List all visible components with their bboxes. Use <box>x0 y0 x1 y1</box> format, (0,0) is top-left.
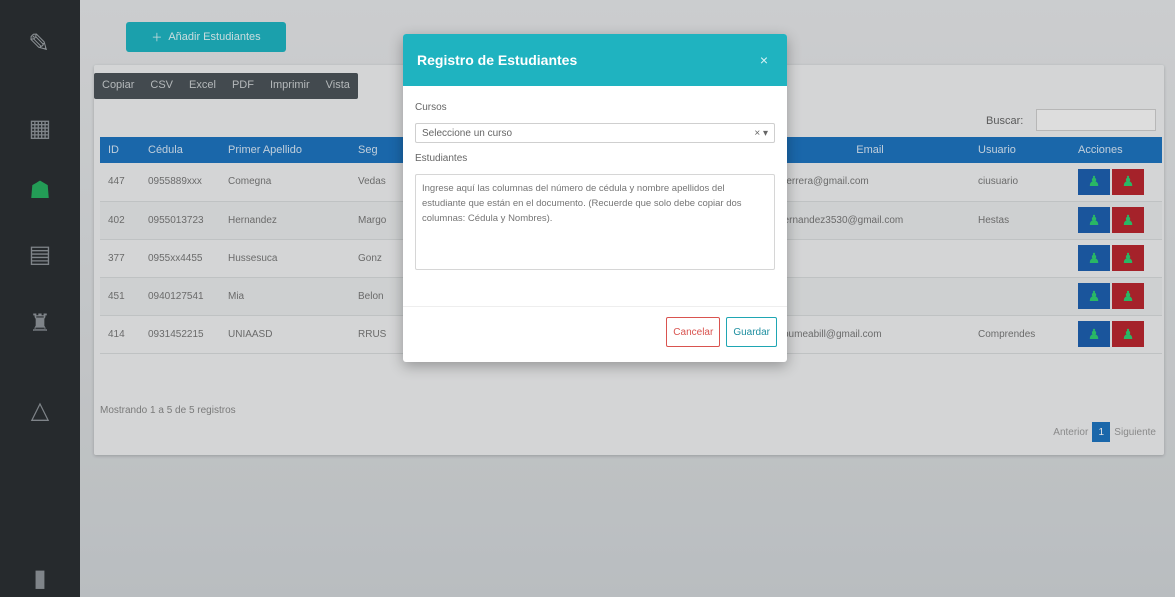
register-students-modal: Registro de Estudiantes × Cursos Selecci… <box>403 34 787 362</box>
course-select-value: Seleccione un curso <box>422 127 513 139</box>
cancel-button[interactable]: Cancelar <box>666 317 721 347</box>
modal-title: Registro de Estudiantes <box>417 52 578 68</box>
modal-header: Registro de Estudiantes × <box>403 34 787 86</box>
modal-footer: Cancelar Guardar <box>403 306 787 347</box>
save-button[interactable]: Guardar <box>726 317 777 347</box>
close-icon[interactable]: × <box>755 52 773 68</box>
students-textarea[interactable] <box>415 174 775 270</box>
course-select[interactable]: Seleccione un curso × ▾ <box>415 123 775 143</box>
estudiantes-label: Estudiantes <box>415 153 468 164</box>
modal-body: Cursos Seleccione un curso × ▾ Estudiant… <box>403 86 787 273</box>
chevron-down-icon: × ▾ <box>754 127 768 139</box>
cursos-label: Cursos <box>415 102 447 113</box>
